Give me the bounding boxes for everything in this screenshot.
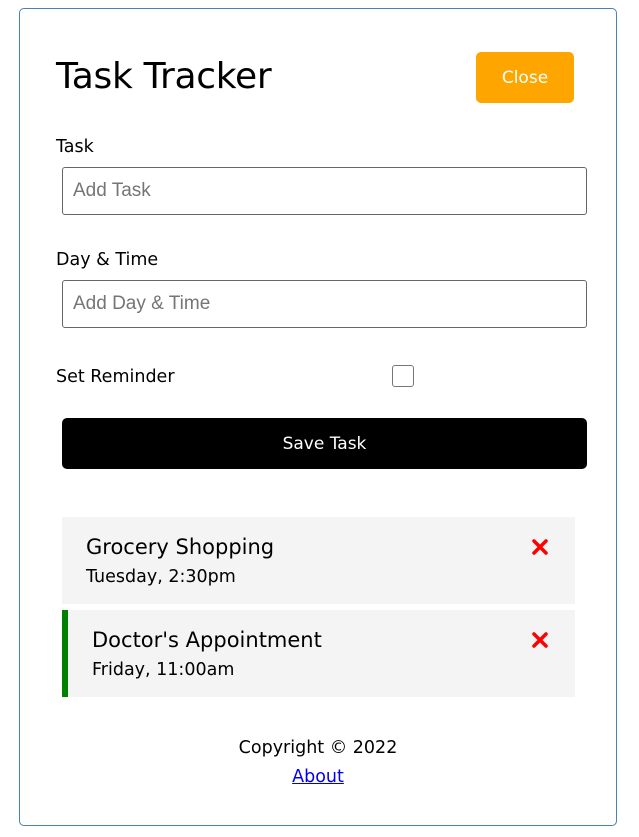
day-time-label: Day & Time [56,250,159,270]
copyright-text: Copyright © 2022 [238,738,398,758]
task-time: Friday, 11:00am [92,660,235,680]
page-title: Task Tracker [56,56,272,97]
times-icon[interactable] [531,631,549,649]
task-tracker-container: Task Tracker Close Task Day & Time Set R… [19,8,617,826]
task-item[interactable]: Doctor's Appointment Friday, 11:00am [62,610,575,697]
task-name: Grocery Shopping [86,535,275,559]
task-label: Task [56,137,94,157]
task-input[interactable] [62,167,587,215]
about-link[interactable]: About [292,767,344,787]
task-item[interactable]: Grocery Shopping Tuesday, 2:30pm [62,517,575,604]
set-reminder-checkbox[interactable] [392,365,414,387]
day-time-input[interactable] [62,280,587,328]
times-icon[interactable] [531,538,549,556]
task-name: Doctor's Appointment [92,628,322,652]
close-button[interactable]: Close [476,52,574,103]
task-time: Tuesday, 2:30pm [86,567,236,587]
save-task-button[interactable]: Save Task [62,418,587,469]
app-header: Task Tracker Close [56,51,574,103]
set-reminder-label: Set Reminder [56,367,175,387]
